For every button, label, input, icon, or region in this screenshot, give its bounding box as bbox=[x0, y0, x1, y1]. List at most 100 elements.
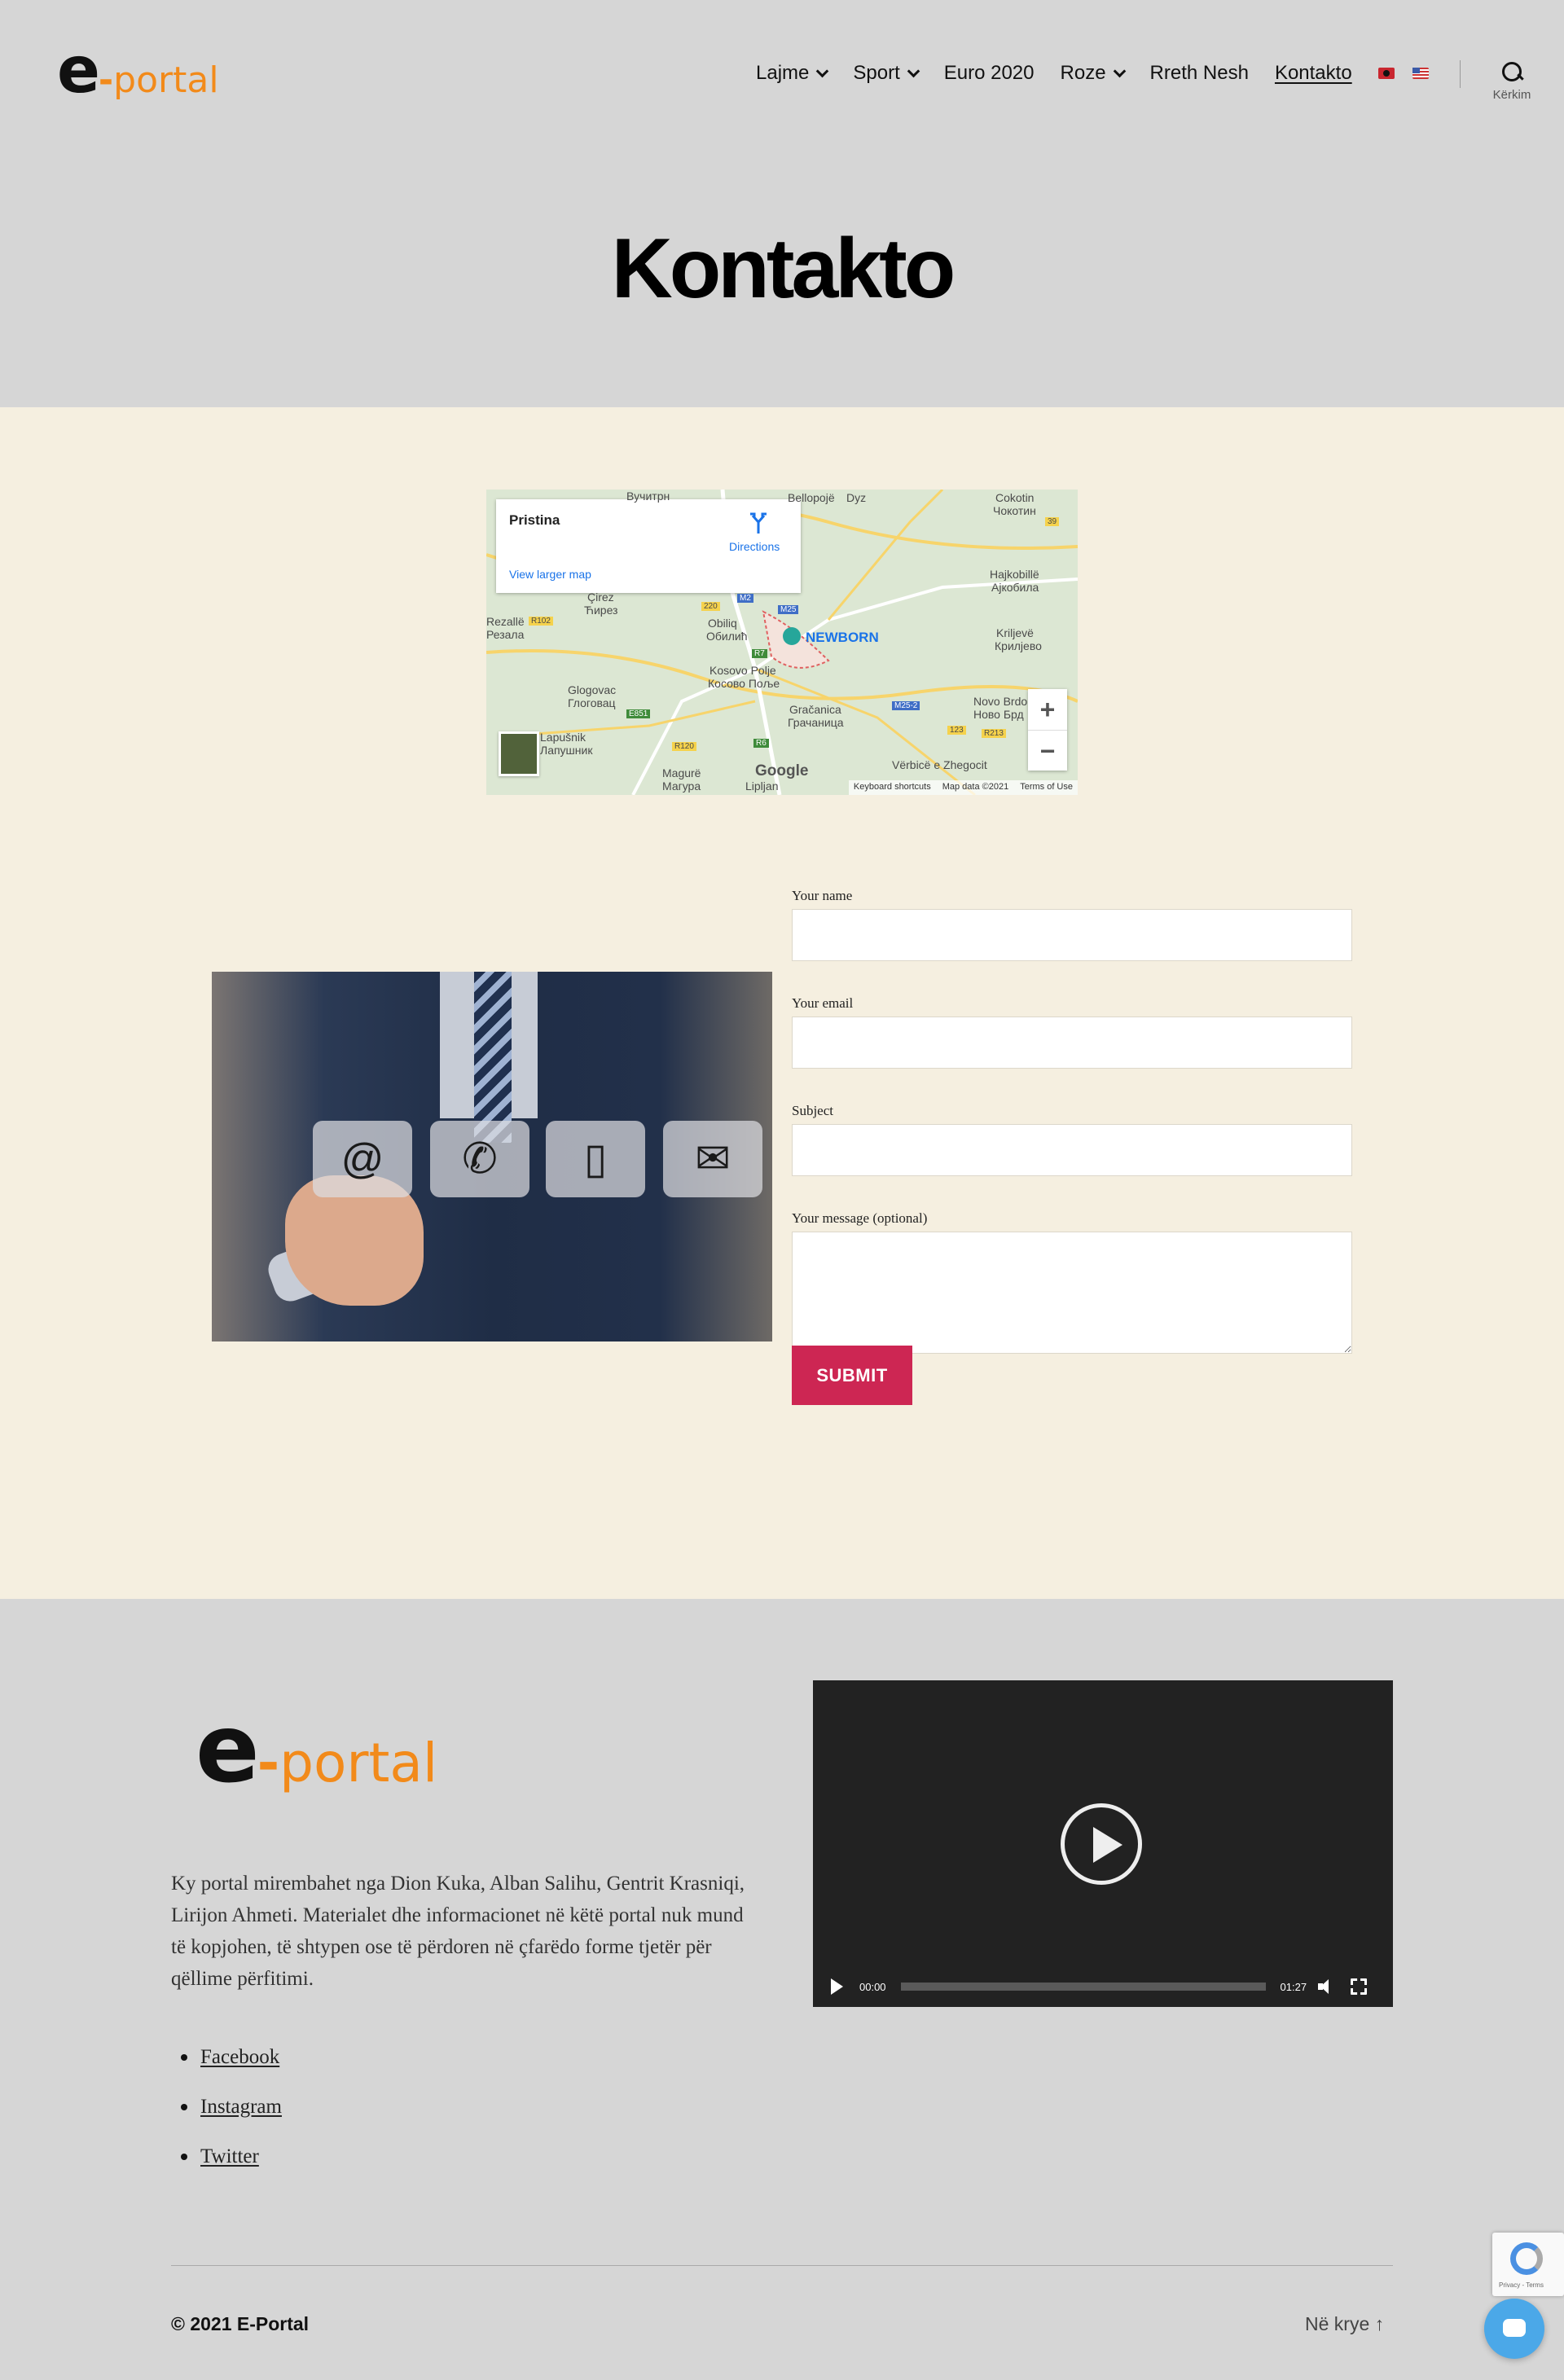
twitter-link[interactable]: Twitter bbox=[200, 2145, 259, 2168]
social-item: Instagram bbox=[181, 2096, 282, 2119]
zoom-in-button[interactable]: + bbox=[1028, 689, 1067, 730]
social-item: Facebook bbox=[181, 2046, 282, 2069]
map-label: Rezallë bbox=[486, 615, 525, 628]
directions-link[interactable]: Directions bbox=[729, 540, 780, 553]
map-label: Ћирез bbox=[584, 604, 618, 617]
page-title: Kontakto bbox=[611, 222, 956, 316]
site-logo[interactable]: e - portal bbox=[57, 39, 219, 103]
video-player[interactable]: 00:00 01:27 bbox=[813, 1680, 1393, 2007]
play-overlay-icon[interactable] bbox=[1061, 1803, 1142, 1885]
logo-dash: - bbox=[257, 1732, 280, 1794]
road-shield: R102 bbox=[529, 617, 553, 626]
chevron-down-icon bbox=[1113, 64, 1126, 77]
us-flag-icon[interactable] bbox=[1412, 68, 1429, 79]
phone-icon: ✆ bbox=[430, 1121, 529, 1197]
email-field[interactable] bbox=[792, 1017, 1352, 1069]
road-shield: E851 bbox=[626, 709, 651, 718]
road-shield: R6 bbox=[753, 739, 769, 748]
map-label: Магура bbox=[662, 779, 701, 793]
map-place-name: Pristina bbox=[509, 512, 560, 528]
map-label: Лапушник bbox=[540, 744, 593, 757]
submit-button[interactable]: SUBMIT bbox=[792, 1346, 912, 1405]
road-shield: 123 bbox=[947, 726, 966, 735]
nav-divider bbox=[1460, 60, 1461, 88]
nav-label: Lajme bbox=[756, 62, 810, 84]
search-toggle[interactable]: Kërkim bbox=[1487, 60, 1536, 102]
email-label: Your email bbox=[792, 995, 854, 1011]
nav-item-roze[interactable]: Roze bbox=[1061, 62, 1126, 85]
road-shield: R7 bbox=[752, 649, 767, 658]
map-label: Hajkobillë bbox=[990, 568, 1039, 581]
chat-bubble-icon[interactable] bbox=[1484, 2299, 1544, 2359]
zoom-out-button[interactable]: − bbox=[1028, 730, 1067, 771]
map-label: Obiliq bbox=[708, 617, 737, 630]
current-time: 00:00 bbox=[859, 1980, 886, 1993]
map-label: Крилјево bbox=[995, 639, 1042, 652]
google-map[interactable]: Pristina Directions View larger map Вучи… bbox=[486, 490, 1078, 795]
duration: 01:27 bbox=[1280, 1980, 1307, 1993]
map-label: Glogovac bbox=[568, 683, 617, 696]
map-label: Bellopojë bbox=[788, 491, 835, 504]
back-to-top-link[interactable]: Në krye ↑ bbox=[1305, 2313, 1384, 2335]
subject-field[interactable] bbox=[792, 1124, 1352, 1176]
nav-item-lajme[interactable]: Lajme bbox=[756, 62, 829, 85]
footer-divider bbox=[171, 2265, 1393, 2266]
footer-logo[interactable]: e - portal bbox=[196, 1702, 437, 1797]
subject-label: Subject bbox=[792, 1103, 833, 1118]
facebook-link[interactable]: Facebook bbox=[200, 2046, 279, 2069]
at-sign-icon: @ bbox=[313, 1121, 412, 1197]
copyright: © 2021 E-Portal bbox=[171, 2313, 310, 2334]
map-label: Cokotin bbox=[995, 491, 1035, 504]
map-label: Gračanica bbox=[789, 703, 841, 716]
view-larger-map-link[interactable]: View larger map bbox=[509, 568, 591, 581]
map-data-text: Map data ©2021 bbox=[942, 782, 1009, 792]
terms-link[interactable]: Terms of Use bbox=[1020, 782, 1073, 793]
nav-item-euro-2020[interactable]: Euro 2020 bbox=[944, 62, 1035, 85]
map-label: Kriljevë bbox=[996, 626, 1034, 639]
nav-label: Euro 2020 bbox=[943, 62, 1035, 84]
recaptcha-terms[interactable]: Privacy - Terms bbox=[1499, 2281, 1544, 2289]
map-label: Грачаница bbox=[788, 716, 844, 729]
map-label: Резала bbox=[486, 628, 525, 641]
logo-text: portal bbox=[113, 59, 219, 101]
instagram-link[interactable]: Instagram bbox=[200, 2096, 282, 2119]
fullscreen-icon[interactable] bbox=[1351, 1978, 1368, 1995]
map-attribution: Keyboard shortcuts Map data ©2021 Terms … bbox=[848, 780, 1078, 795]
tablet-icon: ▯ bbox=[546, 1121, 645, 1197]
nav-label: Sport bbox=[853, 62, 900, 84]
albanian-flag-icon[interactable] bbox=[1377, 68, 1395, 79]
road-shield: 39 bbox=[1045, 517, 1060, 526]
road-shield: R120 bbox=[672, 742, 696, 751]
map-label: Dyz bbox=[846, 491, 867, 504]
logo-text: portal bbox=[279, 1732, 438, 1794]
nav-item-rreth-nesh[interactable]: Rreth Nesh bbox=[1150, 62, 1249, 85]
chevron-down-icon bbox=[907, 64, 920, 77]
map-label: Kosovo Polje bbox=[710, 664, 776, 677]
road-shield: 220 bbox=[701, 602, 720, 611]
road-shield: M2 bbox=[737, 594, 753, 603]
directions-icon[interactable] bbox=[746, 511, 771, 535]
map-label: Ново Брд bbox=[973, 708, 1024, 721]
name-field[interactable] bbox=[792, 909, 1352, 961]
envelope-icon: ✉ bbox=[663, 1121, 762, 1197]
logo-e: e bbox=[196, 1694, 260, 1804]
map-label: Magurë bbox=[662, 766, 701, 779]
logo-dash: - bbox=[98, 59, 114, 101]
map-label: Вучитрн bbox=[626, 490, 670, 503]
video-progress-bar[interactable] bbox=[900, 1983, 1266, 1991]
satellite-toggle[interactable] bbox=[499, 731, 539, 776]
road-shield: M25 bbox=[778, 605, 799, 614]
nav-item-kontakto[interactable]: Kontakto bbox=[1275, 62, 1352, 85]
tie-shape bbox=[474, 972, 512, 1143]
recaptcha-badge[interactable]: Privacy - Terms bbox=[1492, 2233, 1564, 2296]
volume-icon[interactable] bbox=[1318, 1979, 1334, 1994]
nav-item-sport[interactable]: Sport bbox=[853, 62, 920, 85]
map-label: Глоговац bbox=[568, 696, 616, 709]
site-header: e - portal Lajme Sport Euro 2020 Roze Rr… bbox=[0, 0, 1564, 407]
name-label: Your name bbox=[792, 888, 853, 903]
play-icon[interactable] bbox=[831, 1978, 843, 1995]
keyboard-shortcuts-link[interactable]: Keyboard shortcuts bbox=[854, 782, 931, 793]
recaptcha-icon bbox=[1510, 2242, 1543, 2275]
message-field[interactable] bbox=[792, 1232, 1352, 1354]
nav-label: Kontakto bbox=[1274, 62, 1352, 84]
